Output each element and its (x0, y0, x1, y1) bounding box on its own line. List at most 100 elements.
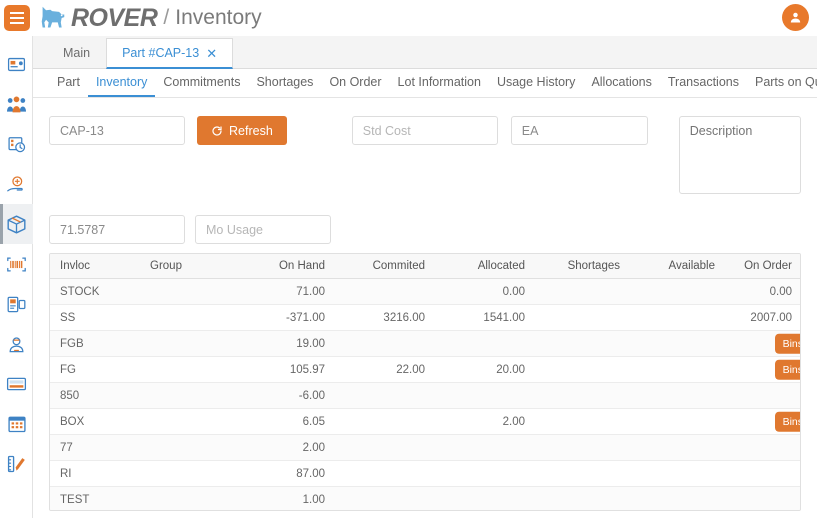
col-allocated[interactable]: Allocated (435, 254, 535, 279)
cell-on-hand: 1.00 (235, 486, 335, 510)
subtab-lot-information[interactable]: Lot Information (390, 75, 489, 97)
subtab-part[interactable]: Part (49, 75, 88, 97)
cell-group (140, 408, 235, 435)
cell-commited (335, 330, 435, 357)
tab-strip: Main Part #CAP-13 ✕ (33, 36, 817, 69)
cell-available (630, 408, 725, 435)
table-row[interactable]: FG 105.97 22.00 20.00 Bins (50, 356, 800, 383)
col-group[interactable]: Group (140, 254, 235, 279)
subtab-on-order[interactable]: On Order (321, 75, 389, 97)
table-row[interactable]: STOCK 71.00 0.00 0.00 (50, 278, 800, 305)
form-area: Refresh (33, 98, 817, 244)
cell-shortages (535, 278, 630, 305)
subtab-allocations[interactable]: Allocations (583, 75, 659, 97)
people-group-icon (7, 96, 26, 112)
cell-commited (335, 460, 435, 487)
table-body: STOCK 71.00 0.00 0.00 SS -371.00 3216.00 1541.0… (50, 278, 800, 510)
part-number-input[interactable] (49, 116, 185, 145)
cell-commited (335, 382, 435, 409)
rail-item-schedule[interactable] (0, 124, 33, 164)
mo-usage-input[interactable] (195, 215, 331, 244)
col-available[interactable]: Available (630, 254, 725, 279)
col-commited[interactable]: Commited (335, 254, 435, 279)
content-card: Part Inventory Commitments Shortages On … (33, 69, 817, 518)
cell-shortages (535, 408, 630, 435)
rail-item-printer[interactable] (0, 284, 33, 324)
inventory-table-container[interactable]: Invloc Group On Hand Commited Allocated … (49, 253, 801, 511)
subtab-usage-history[interactable]: Usage History (489, 75, 584, 97)
form-row-1: Refresh (49, 116, 801, 194)
rail-item-measure[interactable] (0, 444, 33, 484)
col-shortages[interactable]: Shortages (535, 254, 630, 279)
bins-button[interactable]: Bins (774, 411, 800, 432)
rail-item-inventory[interactable] (0, 204, 33, 244)
cell-group (140, 330, 235, 357)
rail-item-people[interactable] (0, 84, 33, 124)
table-row[interactable]: BOX 6.05 2.00 Bins (50, 408, 800, 435)
table-header: Invloc Group On Hand Commited Allocated … (50, 254, 800, 279)
quantity-input[interactable] (49, 215, 185, 244)
cell-commited (335, 278, 435, 305)
cell-group (140, 356, 235, 383)
cell-available (630, 486, 725, 510)
cell-on-order (725, 382, 800, 409)
table-row[interactable]: 77 2.00 (50, 434, 800, 461)
tab-part-label: Part #CAP-13 (122, 46, 200, 60)
col-on-order[interactable]: On Order (725, 254, 800, 279)
cell-group (140, 278, 235, 305)
subtab-shortages[interactable]: Shortages (248, 75, 321, 97)
cell-allocated (435, 330, 535, 357)
rail-item-register[interactable] (0, 364, 33, 404)
table-row[interactable]: FGB 19.00 Bins (50, 330, 800, 357)
cell-available (630, 356, 725, 383)
cell-available (630, 330, 725, 357)
bins-button[interactable]: Bins (774, 333, 800, 354)
rail-item-support[interactable] (0, 324, 33, 364)
printer-icon (7, 296, 26, 312)
table-row[interactable]: 850 -6.00 (50, 382, 800, 409)
cell-allocated: 2.00 (435, 408, 535, 435)
dog-logo-icon (41, 6, 65, 28)
bins-button[interactable]: Bins (774, 359, 800, 380)
cell-on-order (725, 486, 800, 510)
rail-item-calendar[interactable] (0, 404, 33, 444)
description-textarea[interactable] (678, 116, 801, 194)
cell-allocated: 1541.00 (435, 304, 535, 331)
subtab-parts-on-quote[interactable]: Parts on Quote (747, 75, 817, 97)
user-avatar-icon[interactable] (782, 4, 809, 31)
refresh-button[interactable]: Refresh (197, 116, 287, 145)
cell-shortages (535, 304, 630, 331)
barcode-scan-icon (7, 257, 26, 271)
top-bar: ROVER / Inventory (0, 0, 817, 36)
rail-item-service[interactable] (0, 164, 33, 204)
cell-on-order: Bins (725, 330, 800, 357)
id-card-icon (7, 57, 26, 71)
table-row[interactable]: RI 87.00 (50, 460, 800, 487)
close-icon[interactable]: ✕ (206, 47, 217, 60)
col-invloc[interactable]: Invloc (50, 254, 140, 279)
cell-on-hand: -6.00 (235, 382, 335, 409)
cell-commited (335, 486, 435, 510)
form-row-2 (49, 215, 801, 244)
rail-item-id-card[interactable] (0, 44, 33, 84)
cell-shortages (535, 460, 630, 487)
uom-input[interactable] (510, 116, 648, 145)
cell-allocated (435, 486, 535, 510)
cell-allocated (435, 460, 535, 487)
tab-part-cap-13[interactable]: Part #CAP-13 ✕ (106, 38, 234, 69)
subtab-commitments[interactable]: Commitments (155, 75, 248, 97)
hamburger-icon[interactable] (4, 5, 30, 31)
brand-logo[interactable]: ROVER / Inventory (39, 4, 262, 33)
col-on-hand[interactable]: On Hand (235, 254, 335, 279)
cell-shortages (535, 486, 630, 510)
cell-allocated: 20.00 (435, 356, 535, 383)
cell-commited: 22.00 (335, 356, 435, 383)
subtab-transactions[interactable]: Transactions (660, 75, 747, 97)
table-row[interactable]: TEST 1.00 (50, 486, 800, 510)
package-box-icon (7, 214, 26, 234)
tab-main[interactable]: Main (47, 37, 106, 68)
rail-item-barcode[interactable] (0, 244, 33, 284)
table-row[interactable]: SS -371.00 3216.00 1541.00 2007.00 (50, 304, 800, 331)
std-cost-input[interactable] (351, 116, 498, 145)
subtab-inventory[interactable]: Inventory (87, 75, 156, 97)
